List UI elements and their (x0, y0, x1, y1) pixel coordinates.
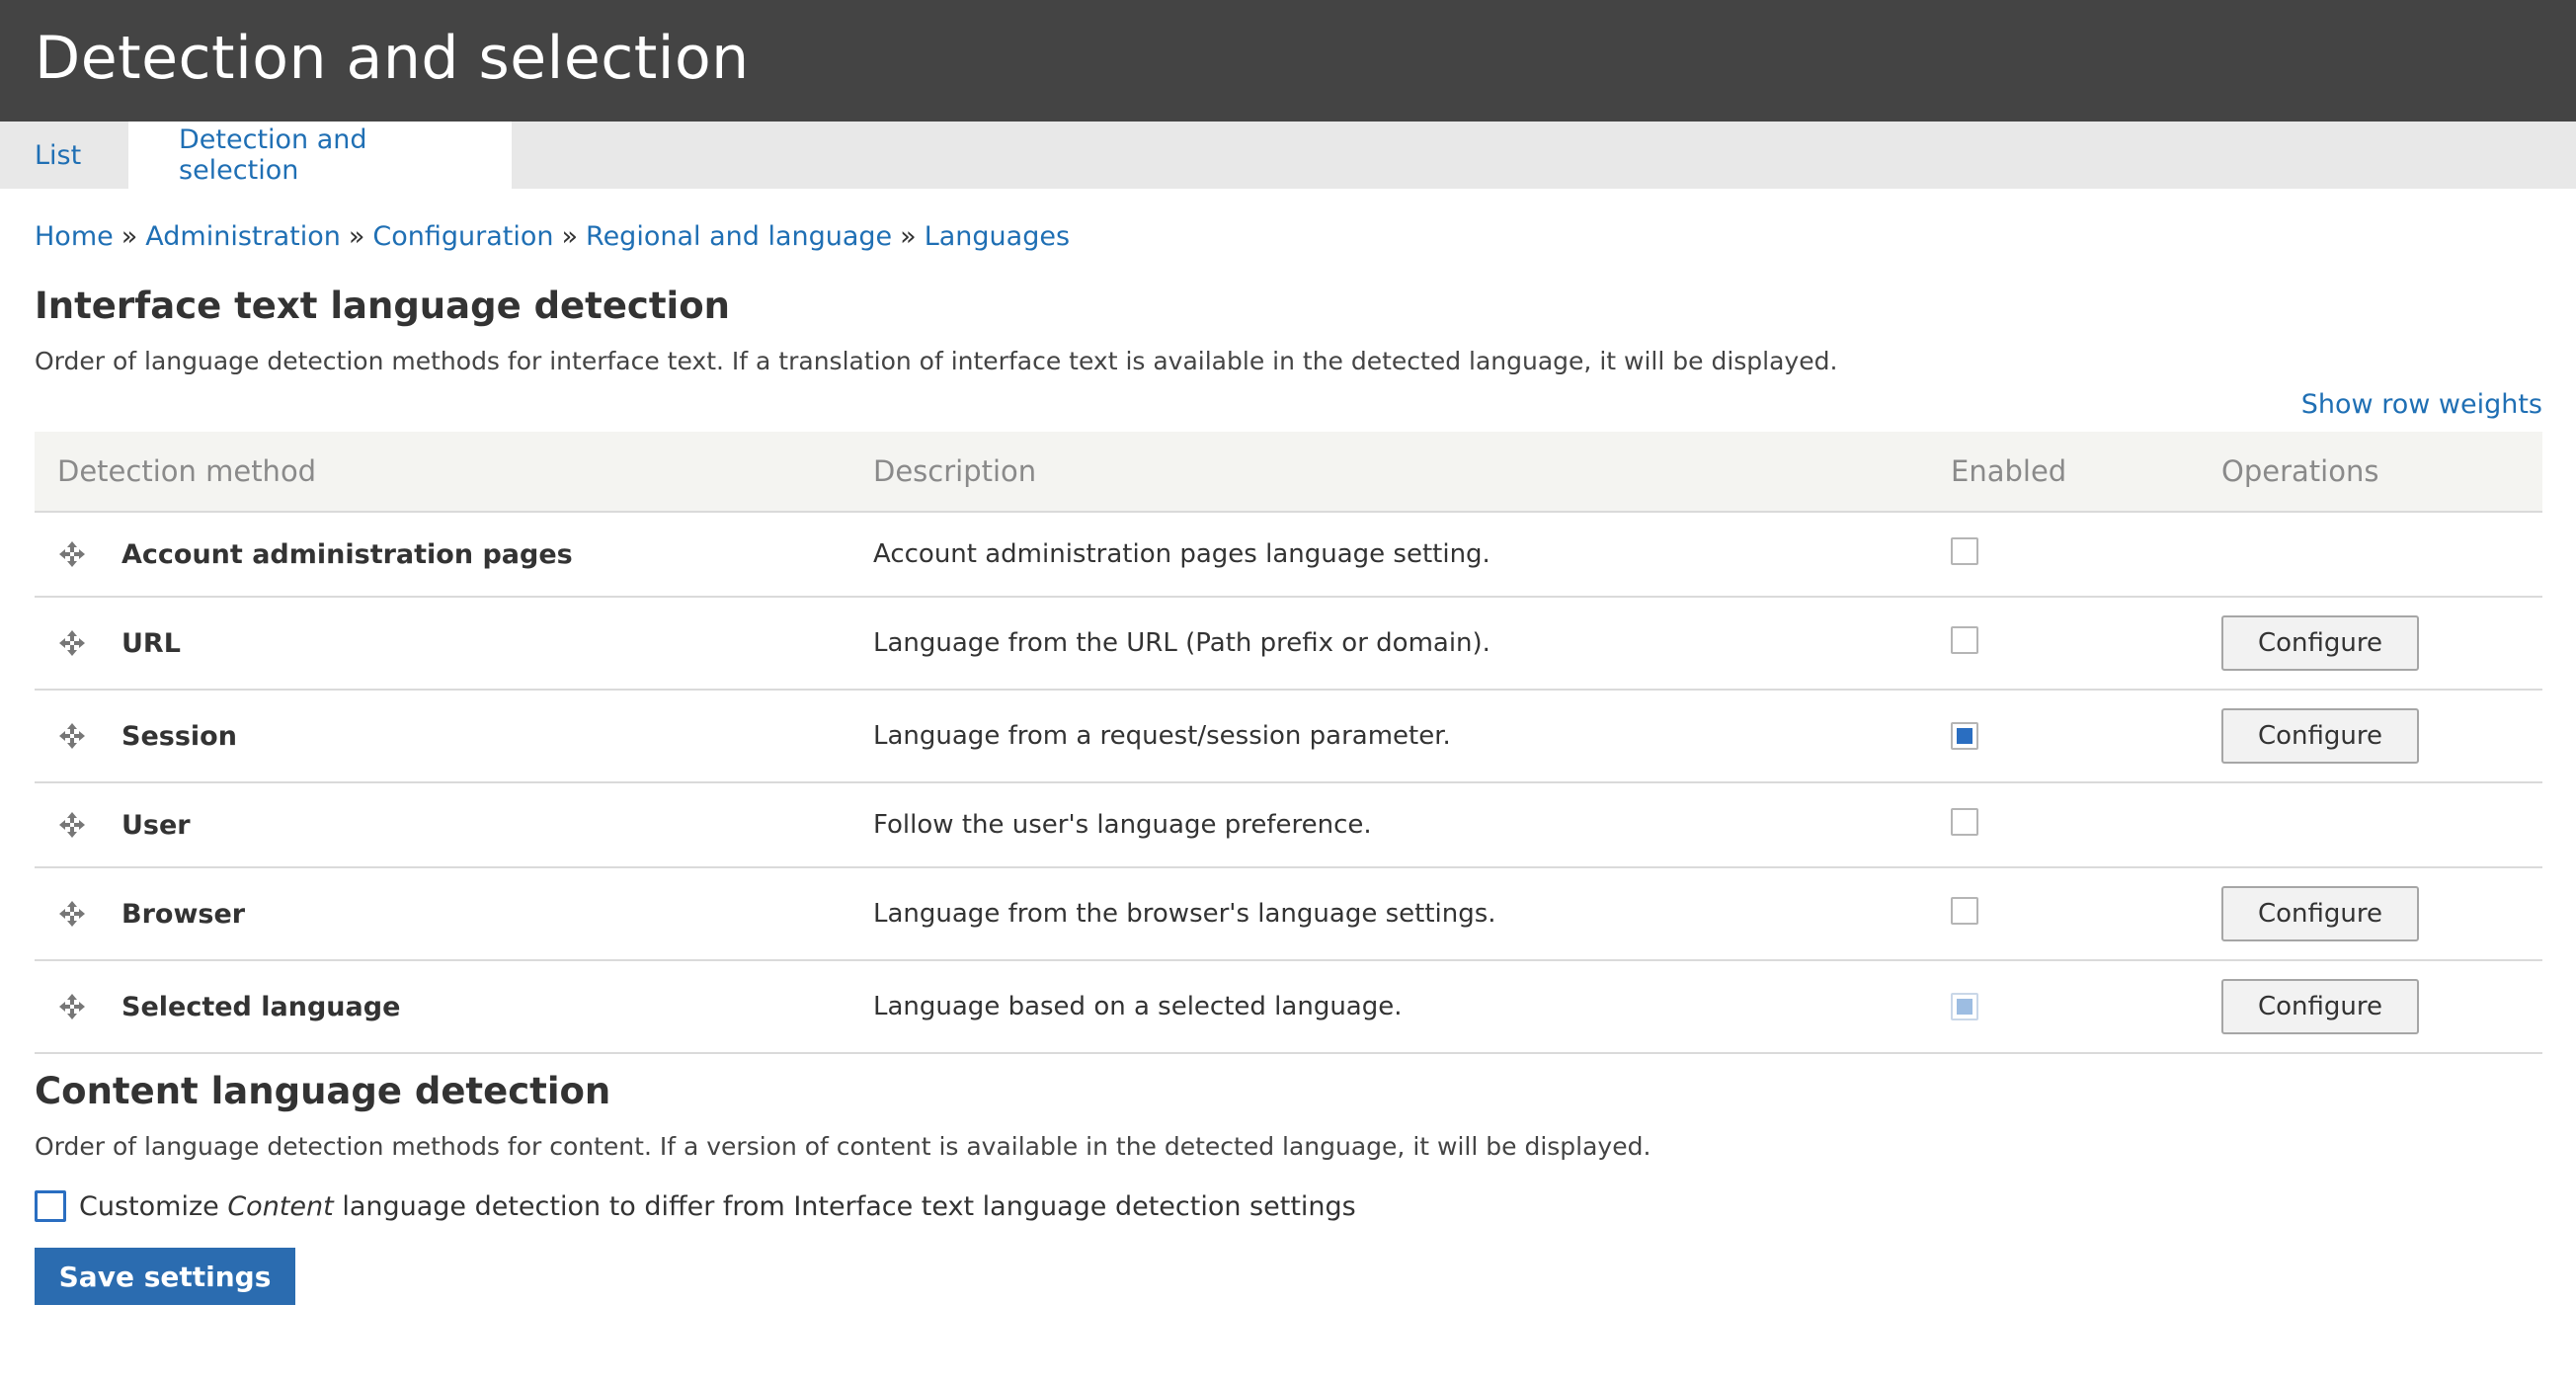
method-cell: URL (35, 597, 873, 691)
customize-label: Customize Content language detection to … (79, 1191, 1356, 1222)
tab-bar: List Detection and selection (0, 122, 2576, 189)
drag-handle-icon[interactable] (58, 900, 86, 928)
detection-methods-table: Detection method Description Enabled Ope… (35, 432, 2542, 1054)
breadcrumb-home[interactable]: Home (35, 221, 114, 252)
method-cell-content: URL (35, 628, 873, 659)
table-row: Selected language Language based on a sel… (35, 960, 2542, 1054)
operations-cell: Configure (2221, 867, 2542, 961)
table-row: URL Language from the URL (Path prefix or… (35, 597, 2542, 691)
page-title: Detection and selection (35, 23, 750, 93)
column-header-description: Description (873, 432, 1951, 513)
method-name: URL (121, 627, 181, 659)
method-cell-content: Account administration pages (35, 539, 873, 570)
row-weights-toggle-row: Show row weights (35, 389, 2542, 420)
drag-handle-icon[interactable] (58, 629, 86, 657)
breadcrumb-languages[interactable]: Languages (925, 221, 1070, 252)
table-row: Session Language from a request/session p… (35, 690, 2542, 783)
method-name: Account administration pages (121, 538, 573, 570)
enabled-cell (1951, 597, 2221, 691)
customize-label-prefix: Customize (79, 1190, 219, 1222)
table-row: User Follow the user's language preferenc… (35, 782, 2542, 868)
operations-cell (2221, 512, 2542, 598)
content-detection-heading: Content language detection (35, 1070, 611, 1112)
enabled-checkbox[interactable] (1951, 807, 1978, 836)
method-name: Session (121, 720, 237, 752)
operations-cell: Configure (2221, 960, 2542, 1054)
enabled-cell (1951, 690, 2221, 783)
breadcrumb-separator: » (900, 221, 917, 252)
column-header-operations: Operations (2221, 432, 2542, 513)
table-row: Account administration pages Account admi… (35, 512, 2542, 598)
tab-detection-and-selection[interactable]: Detection and selection (128, 122, 512, 189)
page-header: Detection and selection (0, 0, 2576, 122)
enabled-cell (1951, 512, 2221, 598)
enabled-cell (1951, 960, 2221, 1054)
method-cell: Browser (35, 867, 873, 961)
method-cell-content: Session (35, 721, 873, 752)
method-name: Selected language (121, 991, 401, 1022)
configure-button[interactable]: Configure (2221, 886, 2419, 941)
column-header-enabled: Enabled (1951, 432, 2221, 513)
breadcrumb-separator: » (348, 221, 365, 252)
method-description: Language from the browser's language set… (873, 867, 1951, 961)
method-cell: User (35, 782, 873, 868)
enabled-checkbox[interactable] (1951, 536, 1978, 565)
enabled-checkbox (1951, 993, 1978, 1020)
method-cell: Session (35, 690, 873, 783)
breadcrumb: Home» Administration» Configuration» Region… (35, 221, 2542, 252)
show-row-weights-link[interactable]: Show row weights (2301, 389, 2542, 420)
configure-button[interactable]: Configure (2221, 615, 2419, 671)
customize-content-detection-row: Customize Content language detection to … (35, 1190, 2542, 1222)
method-cell-content: Selected language (35, 992, 873, 1022)
save-settings-button[interactable]: Save settings (35, 1248, 295, 1305)
drag-handle-icon[interactable] (58, 993, 86, 1020)
operations-cell: Configure (2221, 597, 2542, 691)
method-cell: Selected language (35, 960, 873, 1054)
method-cell-content: Browser (35, 899, 873, 930)
content-detection-description: Order of language detection methods for … (35, 1132, 1651, 1161)
table-header-row: Detection method Description Enabled Ope… (35, 432, 2542, 513)
operations-cell: Configure (2221, 690, 2542, 783)
table-body: Account administration pages Account admi… (35, 512, 2542, 1054)
breadcrumb-regional-and-language[interactable]: Regional and language (586, 221, 892, 252)
method-name: Browser (121, 898, 246, 930)
method-description: Follow the user's language preference. (873, 782, 1951, 868)
configure-button[interactable]: Configure (2221, 708, 2419, 764)
method-name: User (121, 809, 191, 841)
checkbox-check-mark (1957, 999, 1972, 1015)
enabled-checkbox[interactable] (1951, 625, 1978, 654)
interface-detection-description: Order of language detection methods for … (35, 347, 1838, 375)
method-description: Language from the URL (Path prefix or do… (873, 597, 1951, 691)
column-header-method: Detection method (35, 432, 873, 513)
customize-label-suffix: language detection to differ from Interf… (342, 1190, 1356, 1222)
checkbox-check-mark (1957, 728, 1972, 744)
tab-list[interactable]: List (0, 122, 128, 189)
breadcrumb-configuration[interactable]: Configuration (372, 221, 553, 252)
breadcrumb-administration[interactable]: Administration (145, 221, 341, 252)
interface-detection-heading: Interface text language detection (35, 285, 730, 327)
method-description: Language from a request/session paramete… (873, 690, 1951, 783)
customize-content-detection-checkbox[interactable] (35, 1190, 66, 1222)
enabled-cell (1951, 782, 2221, 868)
enabled-checkbox[interactable] (1951, 722, 1978, 750)
operations-cell (2221, 782, 2542, 868)
enabled-checkbox[interactable] (1951, 896, 1978, 925)
breadcrumb-separator: » (121, 221, 138, 252)
drag-handle-icon[interactable] (58, 811, 86, 839)
breadcrumb-separator: » (561, 221, 579, 252)
enabled-cell (1951, 867, 2221, 961)
configure-button[interactable]: Configure (2221, 979, 2419, 1034)
drag-handle-icon[interactable] (58, 540, 86, 568)
main-content: Home» Administration» Configuration» Region… (0, 221, 2576, 1305)
method-cell: Account administration pages (35, 512, 873, 598)
method-description: Account administration pages language se… (873, 512, 1951, 598)
table-row: Browser Language from the browser's langu… (35, 867, 2542, 961)
drag-handle-icon[interactable] (58, 722, 86, 750)
customize-label-emphasis: Content (227, 1190, 334, 1222)
method-description: Language based on a selected language. (873, 960, 1951, 1054)
method-cell-content: User (35, 810, 873, 841)
